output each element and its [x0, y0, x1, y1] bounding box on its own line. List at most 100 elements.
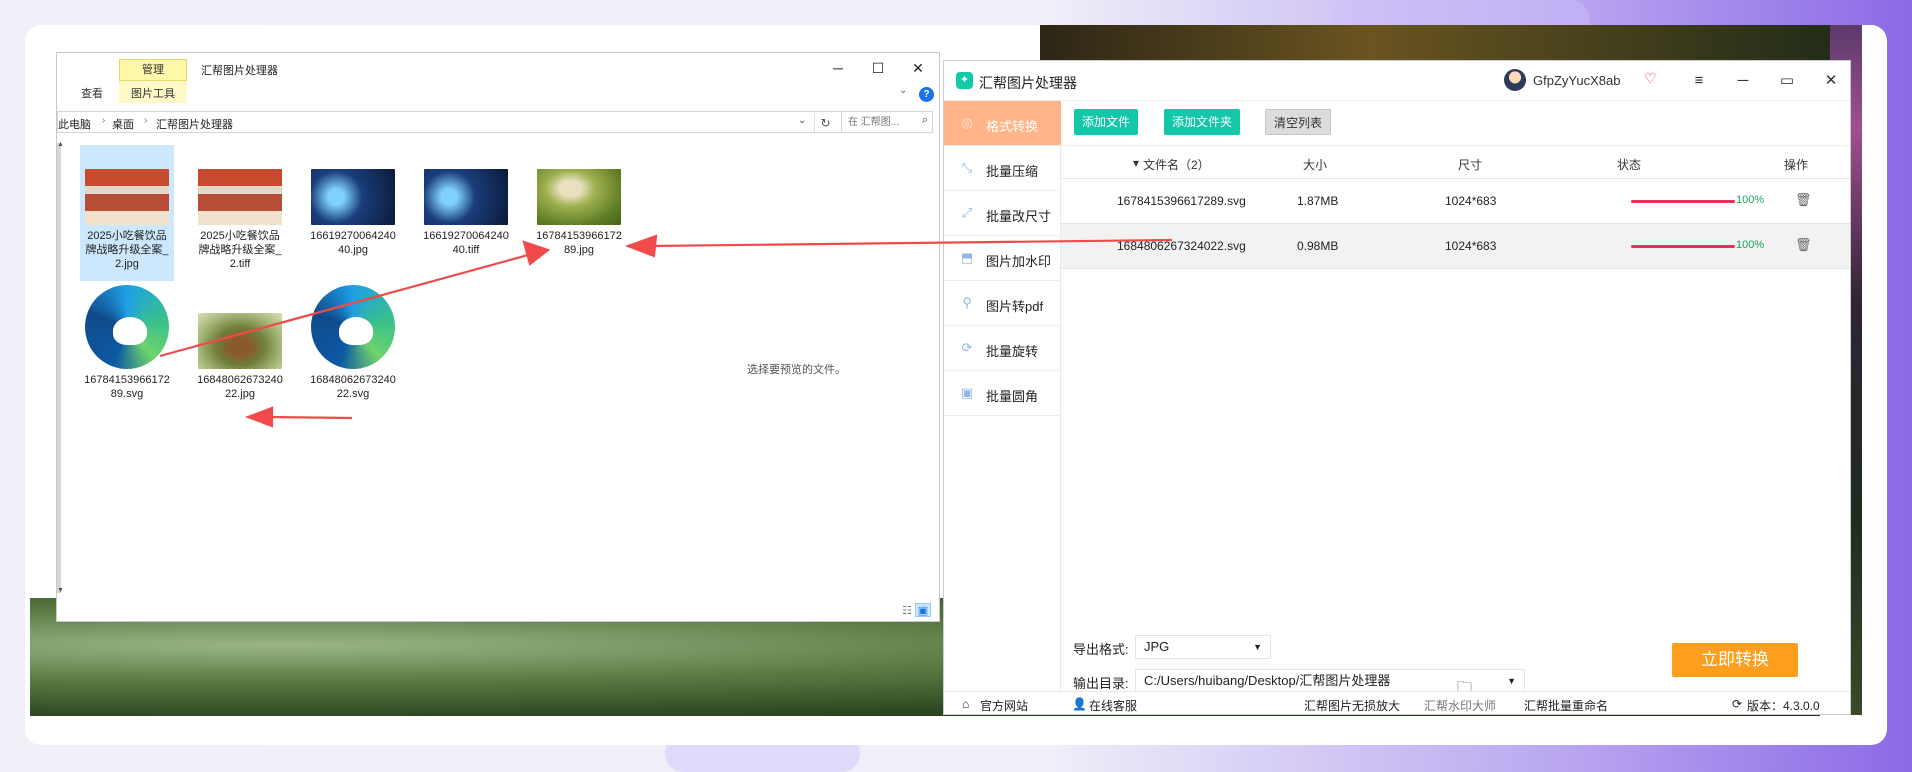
sidebar-item-batch-compress[interactable]: ⤡ 批量压缩 — [944, 146, 1061, 191]
sidebar-item-batch-resize[interactable]: ⤢ 批量改尺寸 — [944, 191, 1061, 236]
chevron-down-icon[interactable]: ⌄ — [798, 115, 806, 126]
file-thumbnail — [311, 169, 395, 225]
add-file-button[interactable]: 添加文件 — [1074, 109, 1139, 135]
app-title-bar: ✦ 汇帮图片处理器 GfpZyYucX8ab ♡ ≡ ─ ▭ ✕ — [944, 61, 1850, 101]
lossless-upscale-link[interactable]: 汇帮图片无损放大 — [1304, 697, 1400, 714]
trash-icon[interactable]: 🗑 — [1795, 192, 1812, 208]
file-item[interactable]: 1678415396617289.svg — [80, 285, 174, 421]
file-item[interactable]: 2025小吃餐饮品牌战略升级全案_2.tiff — [193, 145, 287, 281]
refresh-icon[interactable]: ↻ — [814, 113, 836, 133]
sidebar-item-label: 批量压缩 — [986, 164, 1039, 179]
watermark-master-link[interactable]: 汇帮水印大师 — [1424, 697, 1496, 714]
sidebar-item-image-to-pdf[interactable]: ⚲ 图片转pdf — [944, 281, 1061, 326]
breadcrumb-desktop[interactable]: 桌面 — [112, 116, 134, 132]
maximize-button[interactable]: ☐ — [863, 57, 893, 79]
header-status: 状态 — [1617, 158, 1642, 172]
vip-heart-icon[interactable]: ♡ — [1644, 70, 1657, 87]
sidebar-item-batch-rotate[interactable]: ⟳ 批量旋转 — [944, 326, 1061, 371]
caret-down-icon: ▼ — [1507, 676, 1516, 686]
breadcrumb-this-pc[interactable]: 此电脑 — [58, 116, 91, 132]
chevron-down-icon[interactable]: ⌄ — [899, 85, 907, 96]
sidebar-item-label: 批量旋转 — [986, 344, 1039, 359]
navigation-pane-scrollbar[interactable] — [57, 143, 61, 593]
file-item[interactable]: 1684806267324022.svg — [306, 285, 400, 421]
clear-list-button[interactable]: 清空列表 — [1265, 109, 1332, 135]
progress-bar — [1631, 200, 1735, 203]
export-format-value: JPG — [1144, 639, 1170, 654]
file-thumbnail — [537, 169, 621, 225]
file-explorer-window: 管理 查看 图片工具 汇帮图片处理器 ─ ☐ ✕ ⌄ ? 此电脑 › 桌面 › … — [56, 52, 940, 622]
trash-icon[interactable]: 🗑 — [1795, 237, 1812, 253]
convert-now-button[interactable]: 立即转换 — [1672, 643, 1798, 677]
file-thumbnail — [198, 313, 282, 369]
compress-icon: ⤡ — [961, 160, 973, 175]
refresh-icon: ⟳ — [1732, 697, 1743, 711]
user-icon: 👤 — [1072, 697, 1087, 711]
search-box[interactable]: ⌕ — [841, 111, 933, 133]
file-name: 1661927006424040.tiff — [423, 230, 509, 256]
scroll-down-arrow-icon[interactable]: ▼ — [57, 587, 64, 594]
file-name: 1684806267324022.svg — [310, 374, 396, 400]
output-settings: 导出格式: JPG ▼ 输出目录: C:/Users/huibang/Deskt… — [1061, 621, 1850, 696]
file-thumbnail — [424, 169, 508, 225]
sidebar-item-label: 格式转换 — [986, 119, 1039, 134]
search-input[interactable] — [842, 112, 912, 132]
edge-browser-icon — [85, 285, 169, 369]
file-item[interactable]: 1661927006424040.jpg — [306, 145, 400, 281]
close-button[interactable]: ✕ — [1818, 70, 1844, 92]
breadcrumb-folder[interactable]: 汇帮图片处理器 — [156, 116, 233, 132]
add-folder-button[interactable]: 添加文件夹 — [1164, 109, 1241, 135]
pdf-icon: ⚲ — [962, 295, 972, 310]
sidebar-item-watermark[interactable]: ⬒ 图片加水印 — [944, 236, 1061, 281]
caret-down-icon: ▼ — [1253, 642, 1262, 652]
close-button[interactable]: ✕ — [903, 57, 933, 79]
file-name: 2025小吃餐饮品牌战略升级全案_2.jpg — [85, 230, 169, 270]
rounded-corner-icon: ▣ — [960, 385, 974, 400]
large-icons-view-icon[interactable]: ▣ — [915, 603, 931, 617]
scroll-up-arrow-icon[interactable]: ▲ — [57, 141, 64, 148]
details-view-icon[interactable]: ☷ — [899, 604, 915, 618]
batch-rename-link[interactable]: 汇帮批量重命名 — [1524, 697, 1608, 714]
minimize-button[interactable]: ─ — [823, 57, 853, 79]
progress-percent: 100% — [1736, 194, 1765, 206]
username[interactable]: GfpZyYucX8ab — [1533, 73, 1620, 88]
header-filename[interactable]: 文件名（2） — [1143, 156, 1210, 173]
sidebar-item-label: 图片加水印 — [986, 254, 1052, 269]
row-dimension: 1024*683 — [1445, 239, 1497, 253]
sidebar-item-format-convert[interactable]: ◎ 格式转换 — [944, 101, 1061, 146]
file-item[interactable]: 1684806267324022.jpg — [193, 285, 287, 421]
sidebar-item-label: 批量圆角 — [986, 389, 1039, 404]
search-icon: ⌕ — [921, 114, 928, 126]
image-processor-window: ✦ 汇帮图片处理器 GfpZyYucX8ab ♡ ≡ ─ ▭ ✕ ◎ 格式转换 … — [943, 60, 1851, 715]
ribbon-tab-view[interactable]: 查看 — [81, 85, 103, 101]
chevron-right-icon: › — [144, 115, 148, 126]
avatar[interactable] — [1504, 69, 1526, 91]
export-format-select[interactable]: JPG ▼ — [1135, 635, 1271, 659]
minimize-button[interactable]: ─ — [1730, 70, 1756, 92]
official-website-link[interactable]: 官方网站 — [980, 697, 1028, 714]
file-item[interactable]: 2025小吃餐饮品牌战略升级全案_2.jpg — [80, 145, 174, 281]
sidebar-item-label: 图片转pdf — [986, 299, 1044, 314]
sort-desc-icon[interactable]: ▾ — [1133, 156, 1139, 170]
version-text: 版本：4.3.0.0 — [1747, 699, 1820, 713]
explorer-window-title: 汇帮图片处理器 — [201, 65, 278, 77]
ribbon-tab-picture-tools[interactable]: 图片工具 — [131, 85, 175, 101]
app-title: 汇帮图片处理器 — [979, 75, 1077, 91]
online-service-link[interactable]: 在线客服 — [1089, 697, 1137, 714]
address-bar[interactable]: 此电脑 › 桌面 › 汇帮图片处理器 ⌄ ↻ — [57, 111, 877, 133]
table-row[interactable]: 1684806267324022.svg 0.98MB 1024*683 100… — [1061, 224, 1850, 269]
table-row[interactable]: 1678415396617289.svg 1.87MB 1024*683 100… — [1061, 179, 1850, 224]
file-item[interactable]: 1678415396617289.jpg — [532, 145, 626, 281]
menu-icon[interactable]: ≡ — [1686, 70, 1712, 92]
help-icon[interactable]: ? — [919, 87, 934, 102]
watermark-icon: ⬒ — [960, 250, 974, 265]
chevron-right-icon: › — [102, 115, 106, 126]
sidebar-item-rounded-corner[interactable]: ▣ 批量圆角 — [944, 371, 1061, 416]
progress-bar — [1631, 245, 1735, 248]
file-name: 1678415396617289.jpg — [536, 230, 622, 256]
maximize-button[interactable]: ▭ — [1774, 70, 1800, 92]
header-action: 操作 — [1784, 158, 1809, 172]
file-item[interactable]: 1661927006424040.tiff — [419, 145, 513, 281]
ribbon-tab-manage[interactable]: 管理 — [119, 59, 187, 81]
export-format-label: 导出格式: — [1073, 642, 1129, 657]
